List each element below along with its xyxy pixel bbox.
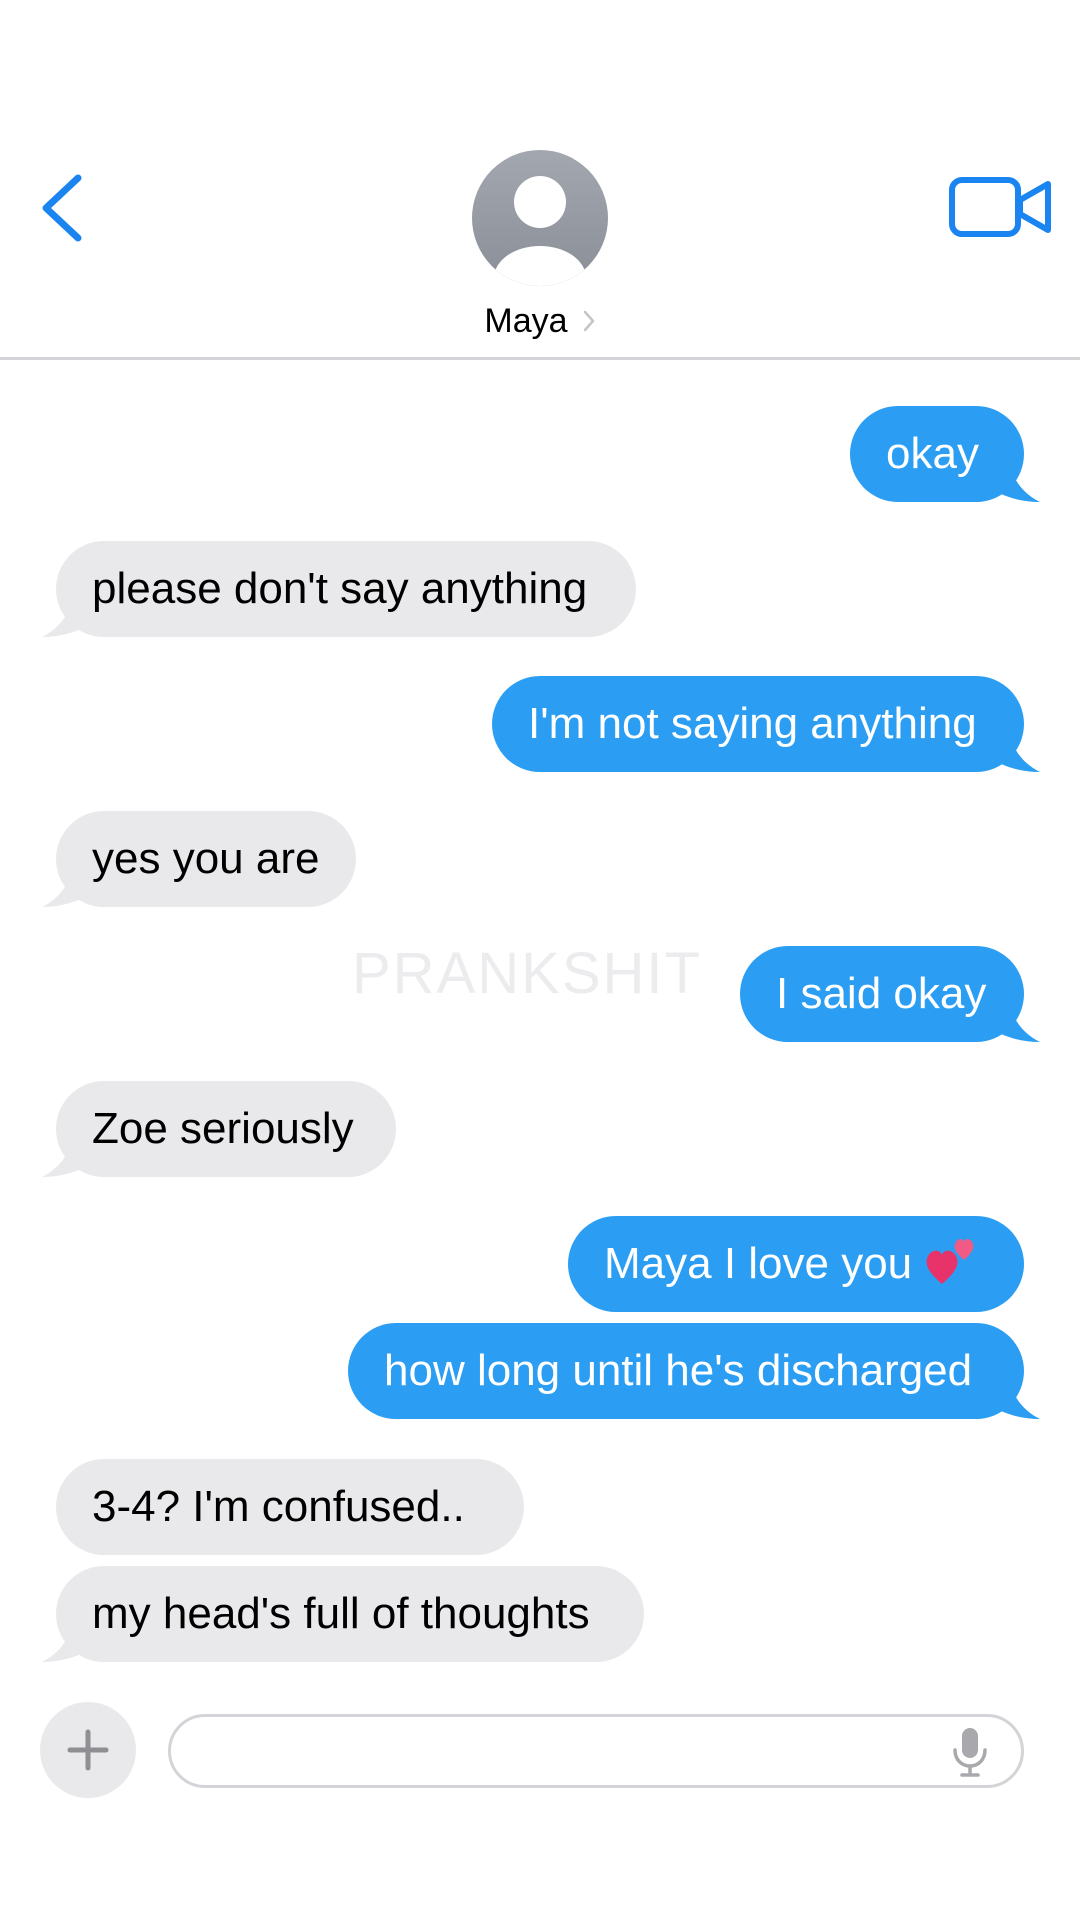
- person-silhouette-icon: [494, 176, 586, 286]
- video-call-button[interactable]: [948, 174, 1058, 240]
- message-text: please don't say anything: [92, 564, 588, 613]
- message-text: I'm not saying anything: [528, 699, 977, 748]
- add-attachment-button[interactable]: [40, 1702, 136, 1798]
- message-input[interactable]: [197, 1727, 901, 1779]
- message-text: yes you are: [92, 834, 320, 883]
- microphone-icon: [953, 1728, 987, 1777]
- message-bubble-received[interactable]: Zoe seriously: [56, 1081, 396, 1177]
- bubble-tail: [990, 732, 1040, 772]
- message-text: Zoe seriously: [92, 1104, 354, 1153]
- bubble-tail: [990, 1002, 1040, 1042]
- message-bubble-sent[interactable]: Maya I love you: [568, 1216, 1024, 1312]
- chevron-right-icon: [583, 310, 594, 332]
- messages-screen: Maya PRANKSHIT okay please don't say any…: [0, 0, 1080, 1920]
- bubble-tail: [42, 867, 92, 907]
- message-bubble-received[interactable]: my head's full of thoughts: [56, 1566, 644, 1662]
- message-text: 3-4? I'm confused..: [92, 1482, 465, 1531]
- message-text: how long until he's discharged: [384, 1346, 973, 1395]
- message-bubble-sent[interactable]: how long until he's discharged: [348, 1323, 1024, 1419]
- message-bubble-sent[interactable]: I'm not saying anything: [492, 676, 1024, 772]
- bubble-tail: [42, 597, 92, 637]
- watermark: PRANKSHIT: [352, 941, 702, 1006]
- conversation-header: Maya: [0, 0, 1080, 360]
- contact-name-button[interactable]: Maya: [340, 298, 740, 344]
- header-divider: [0, 357, 1080, 360]
- avatar[interactable]: [472, 150, 608, 286]
- plus-icon: [67, 1729, 109, 1771]
- message-text: Maya I love you: [604, 1239, 913, 1288]
- bubble-tail: [42, 1622, 92, 1662]
- message-text: my head's full of thoughts: [92, 1589, 590, 1638]
- video-camera-icon: [949, 177, 1051, 237]
- message-bubble-sent[interactable]: I said okay: [740, 946, 1024, 1042]
- message-text: I said okay: [776, 969, 987, 1018]
- back-button[interactable]: [34, 168, 94, 248]
- message-bubble-received[interactable]: please don't say anything: [56, 541, 636, 637]
- two-hearts-icon: [926, 1239, 974, 1284]
- message-bubble-received[interactable]: 3-4? I'm confused..: [56, 1459, 524, 1555]
- bubble-tail: [990, 1379, 1040, 1419]
- bubble-tail: [42, 1137, 92, 1177]
- message-input-container[interactable]: [168, 1714, 1024, 1788]
- message-bubble-received[interactable]: yes you are: [56, 811, 356, 907]
- bubble-tail: [990, 462, 1040, 502]
- chevron-left-icon: [42, 174, 82, 242]
- contact-name: Maya: [484, 301, 568, 340]
- dictation-button[interactable]: [950, 1726, 990, 1778]
- message-text: okay: [886, 429, 979, 478]
